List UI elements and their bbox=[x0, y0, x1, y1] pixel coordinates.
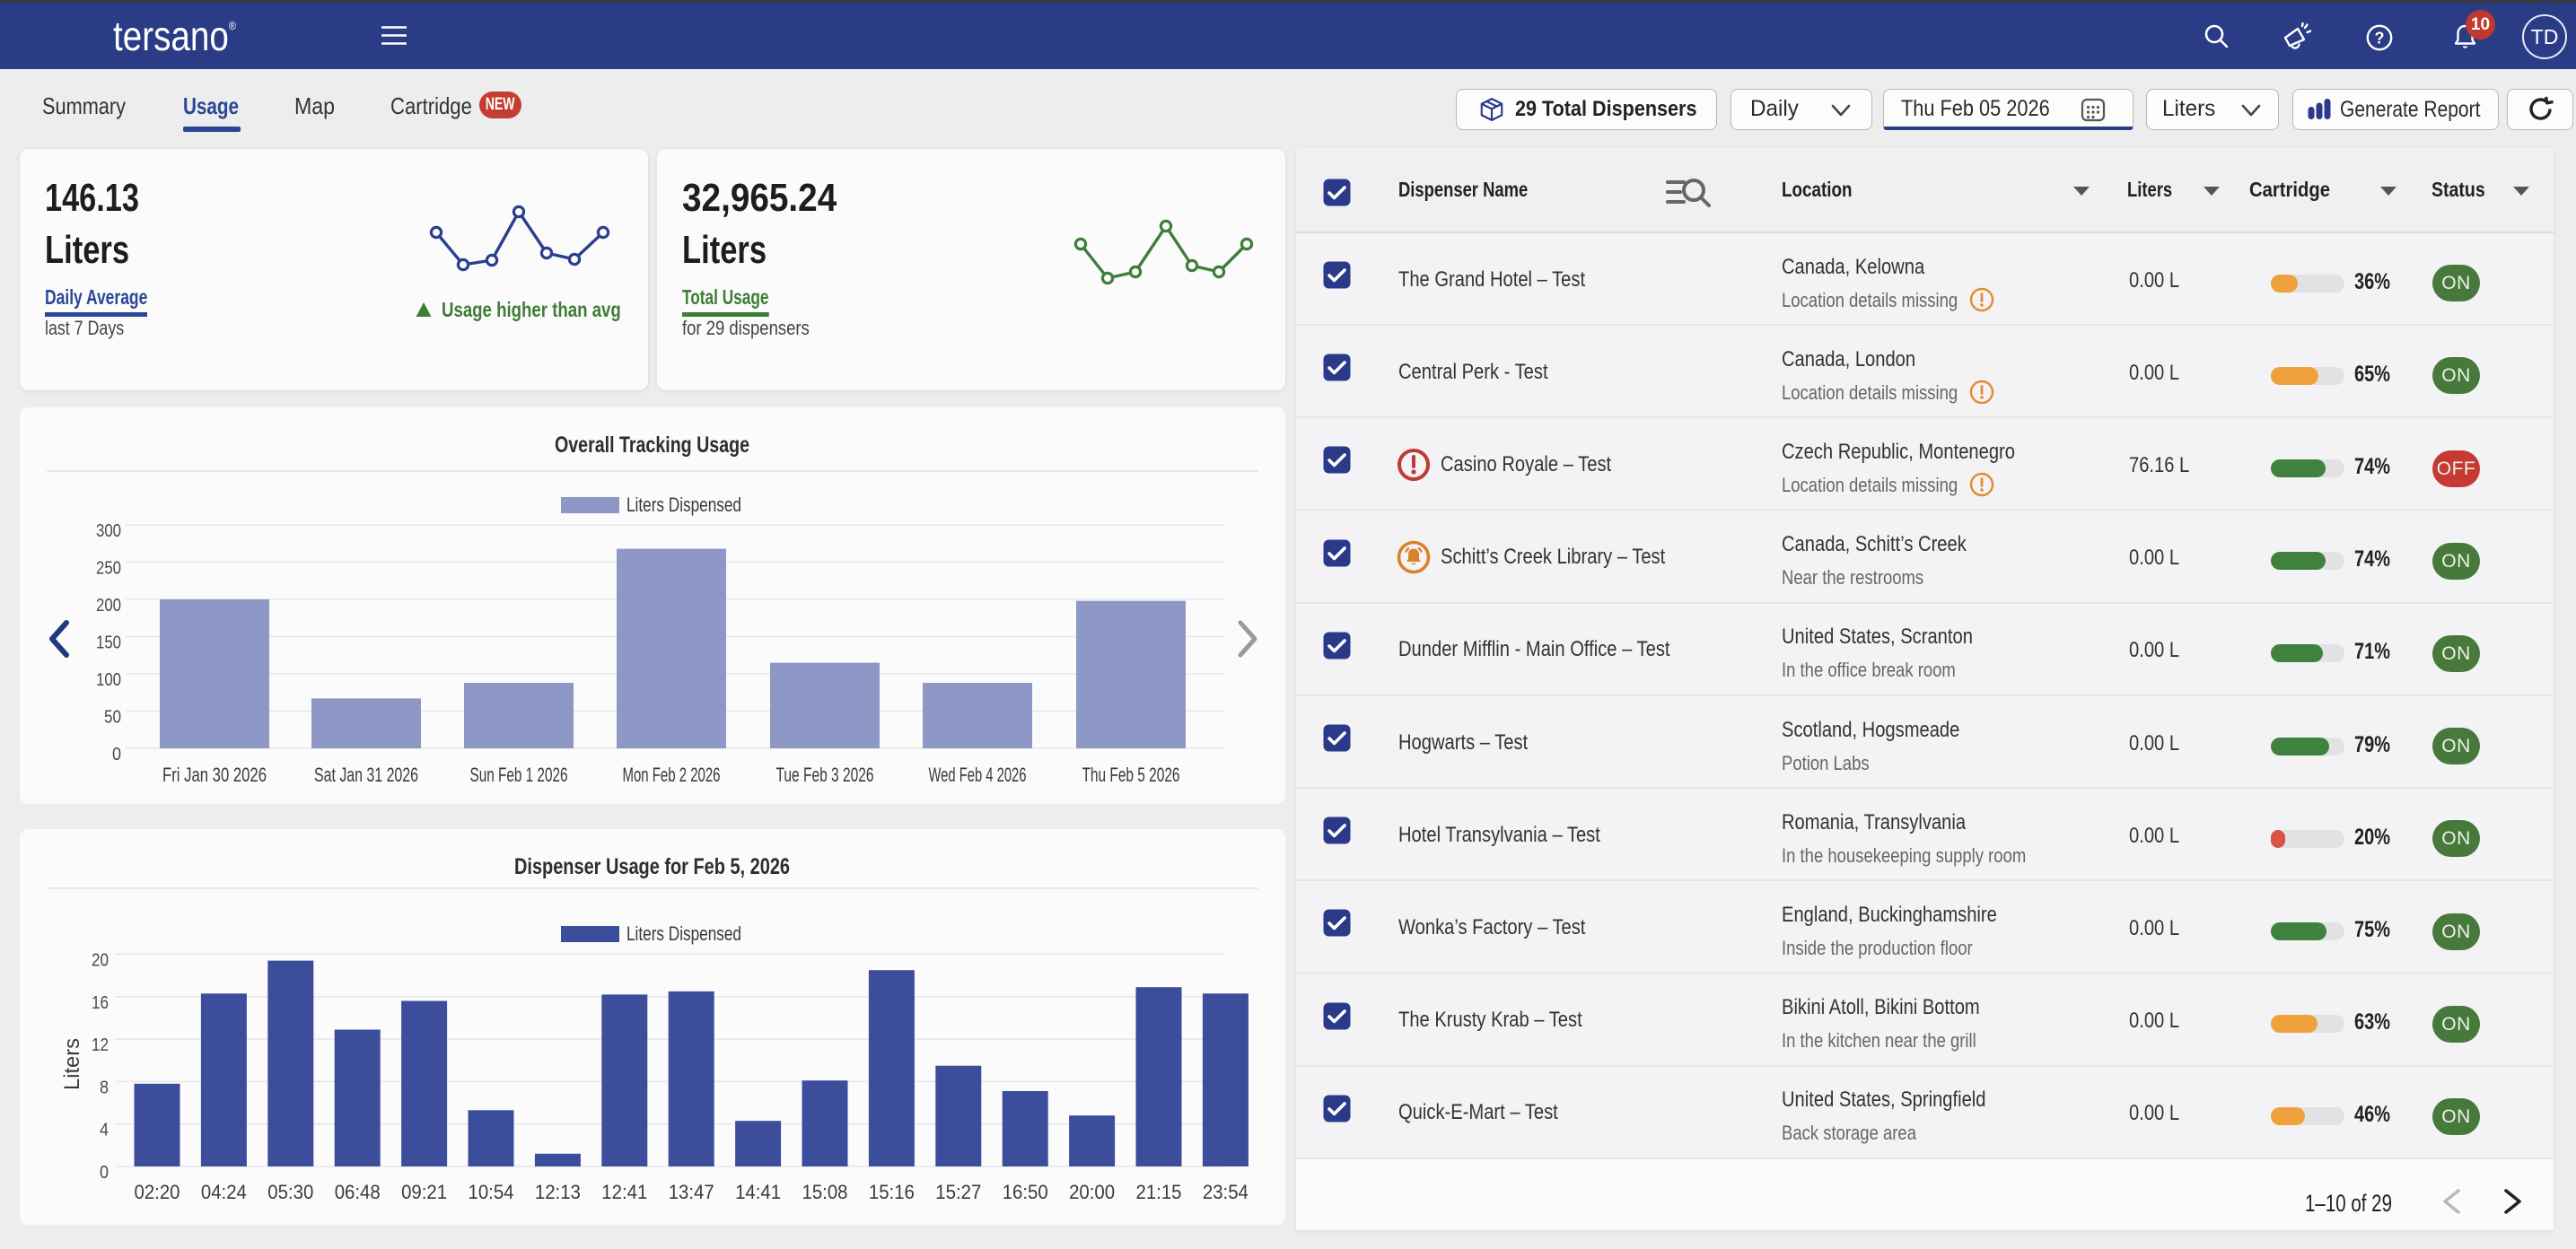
svg-text:150: 150 bbox=[96, 633, 121, 653]
svg-text:Wed Feb 4 2026: Wed Feb 4 2026 bbox=[929, 764, 1027, 786]
svg-text:Fri Jan 30 2026: Fri Jan 30 2026 bbox=[162, 764, 267, 786]
svg-text:12: 12 bbox=[92, 1035, 109, 1055]
svg-text:20: 20 bbox=[92, 951, 109, 971]
svg-text:100: 100 bbox=[96, 670, 121, 690]
svg-text:50: 50 bbox=[104, 708, 121, 728]
svg-text:?: ? bbox=[2375, 30, 2385, 48]
svg-text:Liters Dispensed: Liters Dispensed bbox=[626, 493, 741, 516]
svg-text:13:47: 13:47 bbox=[669, 1181, 714, 1203]
svg-text:4: 4 bbox=[100, 1121, 109, 1140]
svg-text:14:41: 14:41 bbox=[735, 1181, 781, 1203]
svg-text:10:54: 10:54 bbox=[469, 1181, 514, 1203]
svg-text:250: 250 bbox=[96, 559, 121, 579]
svg-text:Sun Feb 1 2026: Sun Feb 1 2026 bbox=[470, 764, 568, 786]
svg-text:15:16: 15:16 bbox=[869, 1181, 915, 1203]
svg-text:Mon Feb 2 2026: Mon Feb 2 2026 bbox=[623, 764, 721, 786]
svg-text:Dispenser Usage for Feb 5, 202: Dispenser Usage for Feb 5, 2026 bbox=[514, 854, 790, 879]
svg-text:23:54: 23:54 bbox=[1203, 1181, 1249, 1203]
svg-text:16:50: 16:50 bbox=[1003, 1181, 1048, 1203]
svg-text:0: 0 bbox=[112, 745, 121, 764]
svg-text:16: 16 bbox=[92, 993, 109, 1013]
svg-text:Tue Feb 3 2026: Tue Feb 3 2026 bbox=[776, 764, 874, 786]
svg-text:06:48: 06:48 bbox=[335, 1181, 381, 1203]
svg-text:300: 300 bbox=[96, 521, 121, 541]
svg-text:200: 200 bbox=[96, 596, 121, 616]
svg-text:20:00: 20:00 bbox=[1069, 1181, 1115, 1203]
svg-text:Liters: Liters bbox=[60, 1038, 84, 1090]
svg-text:15:08: 15:08 bbox=[802, 1181, 848, 1203]
svg-text:21:15: 21:15 bbox=[1136, 1181, 1182, 1203]
svg-text:Liters Dispensed: Liters Dispensed bbox=[626, 922, 741, 945]
svg-text:02:20: 02:20 bbox=[135, 1181, 180, 1203]
svg-text:12:13: 12:13 bbox=[535, 1181, 581, 1203]
svg-text:Overall Tracking Usage: Overall Tracking Usage bbox=[555, 432, 749, 458]
svg-text:0: 0 bbox=[100, 1163, 109, 1183]
svg-text:Sat Jan 31 2026: Sat Jan 31 2026 bbox=[314, 764, 418, 786]
svg-text:09:21: 09:21 bbox=[401, 1181, 447, 1203]
svg-text:Thu Feb 5 2026: Thu Feb 5 2026 bbox=[1082, 764, 1180, 786]
svg-text:15:27: 15:27 bbox=[935, 1181, 981, 1203]
svg-text:04:24: 04:24 bbox=[201, 1181, 247, 1203]
svg-text:05:30: 05:30 bbox=[267, 1181, 313, 1203]
svg-text:8: 8 bbox=[100, 1078, 109, 1097]
svg-text:12:41: 12:41 bbox=[601, 1181, 647, 1203]
